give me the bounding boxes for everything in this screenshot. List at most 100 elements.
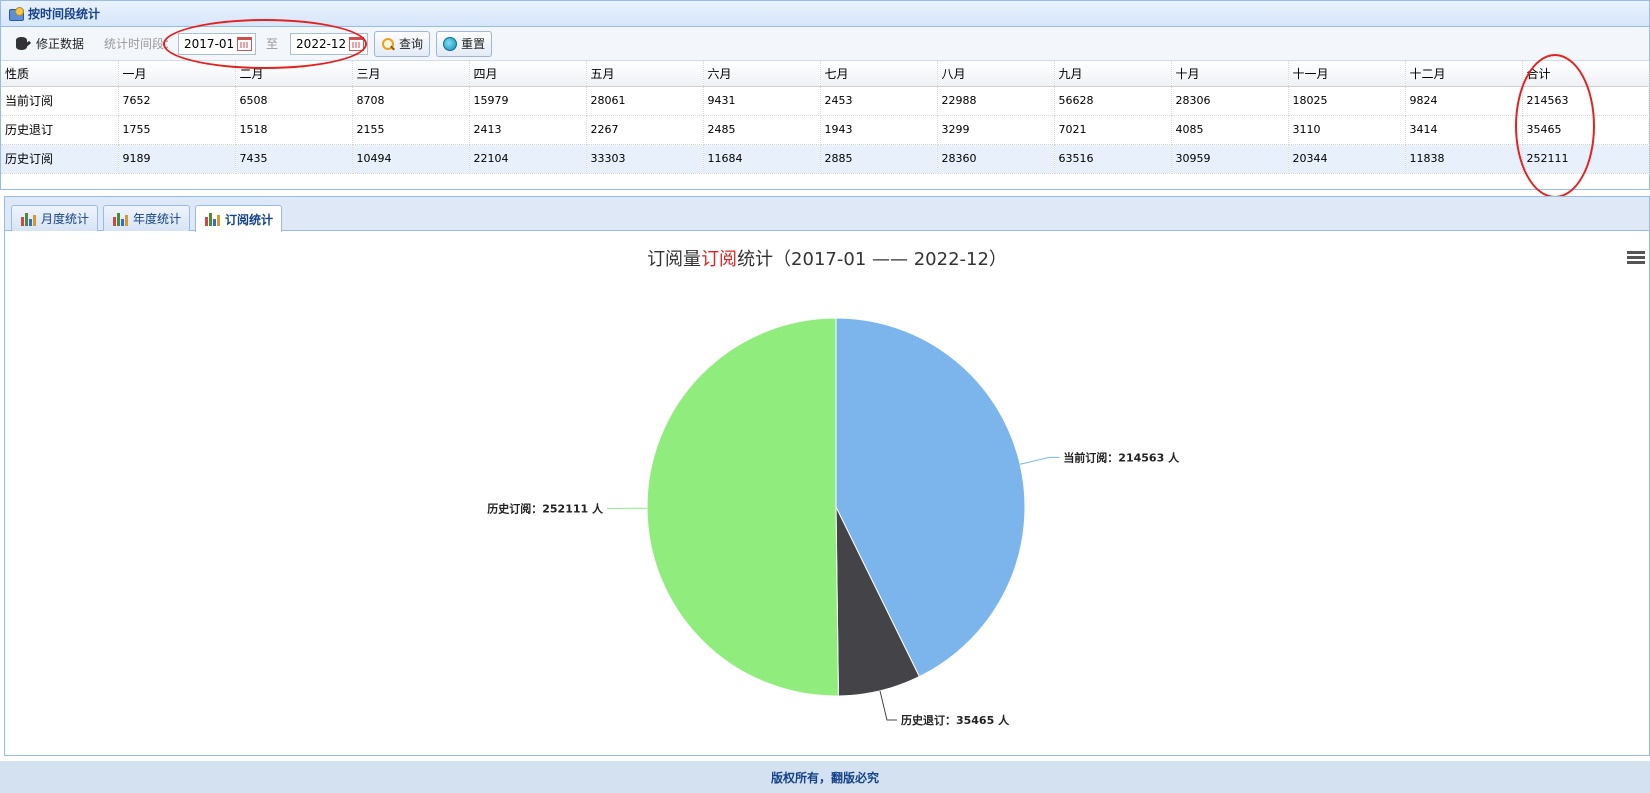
reset-label: 重置 — [461, 37, 486, 51]
end-date-value: 2022-12 — [296, 36, 347, 51]
reset-icon — [443, 36, 458, 51]
fix-data-button[interactable]: 修正数据 — [9, 31, 90, 57]
table-row[interactable]: 历史订阅 9189 7435 10494 22104 33303 11684 2… — [1, 144, 1650, 174]
column-header[interactable]: 八月 — [937, 61, 1055, 87]
table-cell: 56628 — [1054, 86, 1172, 116]
row-label: 历史订阅 — [1, 144, 119, 174]
table-cell: 30959 — [1171, 144, 1289, 174]
database-edit-icon — [15, 36, 31, 52]
pie-connector — [879, 690, 897, 721]
table-row[interactable]: 历史退订 1755 1518 2155 2413 2267 2485 1943 … — [1, 115, 1650, 145]
column-header[interactable]: 二月 — [235, 61, 353, 87]
total-cell: 214563 — [1522, 86, 1650, 116]
column-header[interactable]: 六月 — [703, 61, 821, 87]
table-cell: 9431 — [703, 86, 821, 116]
panel-icon — [9, 7, 24, 21]
column-header[interactable]: 五月 — [586, 61, 704, 87]
tab-subscription[interactable]: 订阅统计 — [195, 205, 283, 232]
table-cell: 7652 — [118, 86, 236, 116]
tab-yearly[interactable]: 年度统计 — [103, 205, 191, 231]
total-cell: 35465 — [1522, 115, 1650, 145]
table-cell: 2885 — [820, 144, 938, 174]
column-header[interactable]: 一月 — [118, 61, 236, 87]
bar-chart-icon — [112, 212, 128, 226]
table-cell: 11838 — [1405, 144, 1523, 174]
pie-data-label: 历史订阅：252111 人 — [487, 501, 604, 515]
range-label: 统计时间段： — [104, 37, 177, 51]
table-cell: 2485 — [703, 115, 821, 145]
table-cell: 63516 — [1054, 144, 1172, 174]
table-row[interactable]: 当前订阅 7652 6508 8708 15979 28061 9431 245… — [1, 86, 1650, 116]
column-header[interactable]: 合计 — [1522, 61, 1650, 87]
column-header[interactable]: 四月 — [469, 61, 587, 87]
table-cell: 1518 — [235, 115, 353, 145]
table-cell: 2413 — [469, 115, 587, 145]
column-header[interactable]: 九月 — [1054, 61, 1172, 87]
total-cell: 252111 — [1522, 144, 1650, 174]
table-cell: 3299 — [937, 115, 1055, 145]
table-cell: 9189 — [118, 144, 236, 174]
stats-table: 性质 一月 二月 三月 四月 五月 六月 七月 八月 九月 十月 十一月 十二月… — [1, 61, 1650, 174]
start-date-field[interactable]: 2017-01 — [178, 32, 257, 55]
table-cell: 6508 — [235, 86, 353, 116]
table-cell: 33303 — [586, 144, 704, 174]
column-header[interactable]: 十一月 — [1288, 61, 1406, 87]
table-cell: 15979 — [469, 86, 587, 116]
table-cell: 11684 — [703, 144, 821, 174]
column-header[interactable]: 十月 — [1171, 61, 1289, 87]
query-label: 查询 — [399, 37, 424, 51]
footer: 版权所有，翻版必究 — [0, 761, 1650, 793]
bar-chart-icon — [204, 212, 220, 226]
reset-button[interactable]: 重置 — [436, 30, 493, 57]
end-date-field[interactable]: 2022-12 — [290, 32, 369, 55]
tab-label: 年度统计 — [133, 212, 182, 226]
table-cell: 28061 — [586, 86, 704, 116]
table-cell: 22988 — [937, 86, 1055, 116]
pie-chart: 当前订阅：214563 人历史退订：35465 人 历史订阅：252111 人 — [487, 317, 1180, 727]
table-cell: 2453 — [820, 86, 938, 116]
table-cell: 2267 — [586, 115, 704, 145]
table-cell: 28306 — [1171, 86, 1289, 116]
chart-area: 订阅量订阅统计（2017-01 —— 2022-12） 当前订阅：214563 … — [5, 231, 1649, 755]
table-cell: 3110 — [1288, 115, 1406, 145]
range-separator: 至 — [266, 37, 279, 51]
search-icon — [381, 37, 395, 51]
tab-label: 月度统计 — [41, 212, 90, 226]
table-cell: 4085 — [1171, 115, 1289, 145]
column-header[interactable]: 三月 — [352, 61, 470, 87]
tab-monthly[interactable]: 月度统计 — [11, 205, 99, 231]
table-cell: 1943 — [820, 115, 938, 145]
bar-chart-icon — [20, 212, 36, 226]
pie-data-label: 当前订阅：214563 人 — [1063, 450, 1180, 464]
fix-data-label: 修正数据 — [36, 37, 85, 51]
column-header[interactable]: 十二月 — [1405, 61, 1523, 87]
panel-header: 按时间段统计 — [1, 1, 1649, 27]
table-cell: 10494 — [352, 144, 470, 174]
table-cell: 7021 — [1054, 115, 1172, 145]
column-header[interactable]: 七月 — [820, 61, 938, 87]
start-date-value: 2017-01 — [184, 36, 235, 51]
panel-title: 按时间段统计 — [28, 7, 101, 21]
table-header-row: 性质 一月 二月 三月 四月 五月 六月 七月 八月 九月 十月 十一月 十二月… — [1, 61, 1650, 87]
footer-text: 版权所有，翻版必究 — [770, 770, 879, 785]
query-button[interactable]: 查询 — [374, 30, 431, 57]
pie-data-label: 历史退订：35465 人 — [901, 713, 1010, 727]
table-cell: 1755 — [118, 115, 236, 145]
table-cell: 3414 — [1405, 115, 1523, 145]
chart-panel: 月度统计 年度统计 订阅统计 订阅量订阅统计（2017-01 —— 2022-1… — [4, 196, 1650, 756]
table-cell: 18025 — [1288, 86, 1406, 116]
calendar-icon[interactable] — [349, 36, 365, 51]
row-label: 历史退订 — [1, 115, 119, 145]
pie-slice[interactable] — [646, 317, 839, 697]
table-cell: 9824 — [1405, 86, 1523, 116]
table-cell: 28360 — [937, 144, 1055, 174]
table-cell: 20344 — [1288, 144, 1406, 174]
toolbar: 修正数据 统计时间段： 2017-01 至 2022-12 查询 重置 — [1, 27, 1649, 61]
column-header[interactable]: 性质 — [1, 61, 119, 87]
tab-label: 订阅统计 — [225, 212, 274, 227]
row-label: 当前订阅 — [1, 86, 119, 116]
tab-strip: 月度统计 年度统计 订阅统计 — [5, 197, 1649, 232]
calendar-icon[interactable] — [237, 36, 253, 51]
table-cell: 8708 — [352, 86, 470, 116]
table-cell: 22104 — [469, 144, 587, 174]
